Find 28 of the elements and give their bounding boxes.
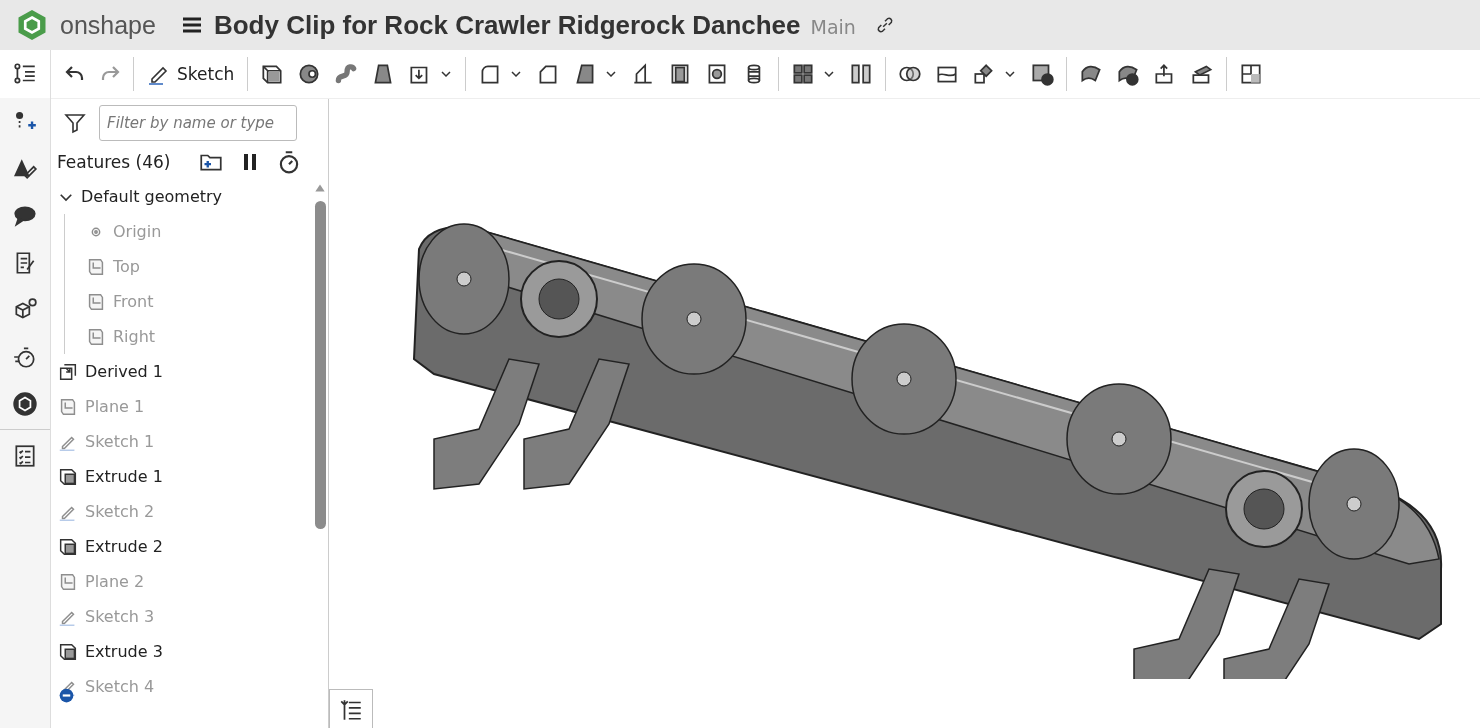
feature-item[interactable]: Sketch 2	[51, 494, 312, 529]
sketch-button[interactable]: Sketch	[145, 58, 237, 90]
feature-item[interactable]: Sketch 4	[51, 669, 312, 704]
scroll-thumb[interactable]	[314, 201, 326, 529]
branch-label[interactable]: Main	[810, 16, 856, 38]
feature-item[interactable]: Extrude 1	[51, 459, 312, 494]
feature-item[interactable]: Front	[65, 284, 312, 319]
brand-name[interactable]: onshape	[60, 10, 156, 40]
feature-list-icon[interactable]	[12, 61, 38, 87]
document-title[interactable]: Body Clip for Rock Crawler Ridgerock Danchee	[213, 9, 801, 41]
feature-item[interactable]: Sketch 1	[51, 424, 312, 459]
features-heading: Features (46)	[57, 152, 171, 172]
feature-item[interactable]: Sketch 3	[51, 599, 312, 634]
feature-item[interactable]: Derived 1	[51, 354, 312, 389]
feature-item[interactable]: Right	[65, 319, 312, 354]
feature-item[interactable]: Top	[65, 249, 312, 284]
feature-item[interactable]: Plane 2	[51, 564, 312, 599]
suppressed-badge-icon	[59, 687, 74, 703]
feature-item[interactable]: Plane 1	[51, 389, 312, 424]
feature-item[interactable]: Origin	[65, 214, 312, 249]
feature-item[interactable]: Extrude 3	[51, 634, 312, 669]
app-store-icon[interactable]	[12, 390, 38, 417]
delete-body-icon[interactable]	[1029, 61, 1056, 87]
filter-field[interactable]: Filter by name or type	[99, 105, 297, 141]
feature-item[interactable]: Default geometry	[51, 179, 312, 214]
filter-icon[interactable]	[63, 111, 87, 135]
feature-item[interactable]: Extrude 2	[51, 529, 312, 564]
checklist-icon[interactable]	[12, 442, 38, 469]
